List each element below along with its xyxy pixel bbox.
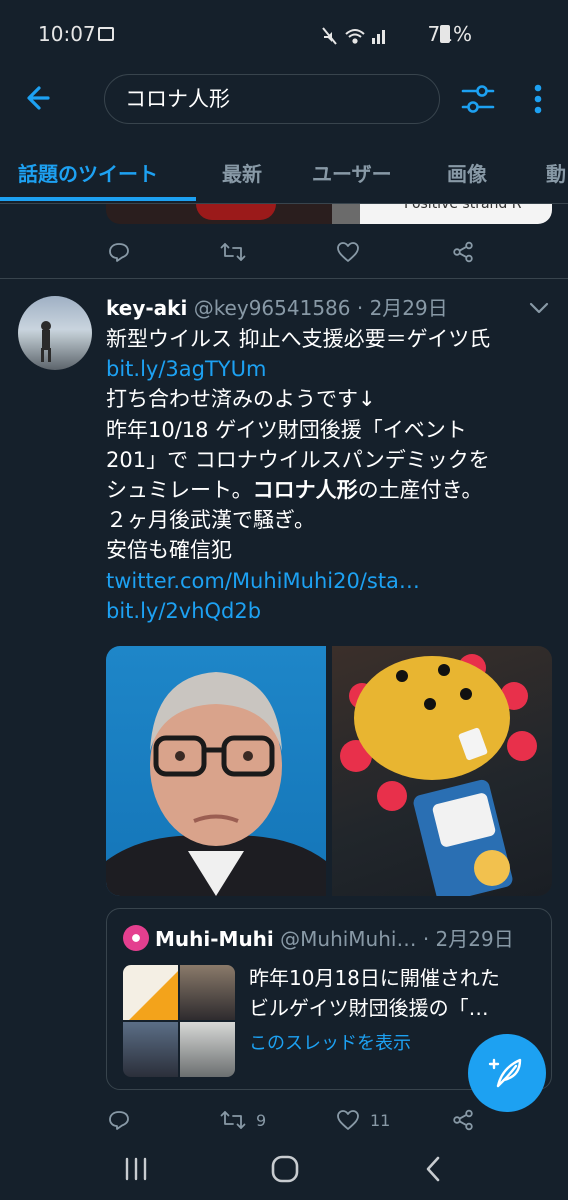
media-thumbnail-text: Positive strand R: [360, 204, 552, 224]
tweet-text-line: 打ち合わせ済みのようです↓: [106, 387, 376, 412]
tweet-divider: [0, 278, 568, 279]
search-tabs: 話題のツイート 最新 ユーザー 画像 動: [0, 140, 568, 204]
quoted-avatar: [123, 925, 149, 951]
plush-photo: [340, 654, 537, 896]
retweet-button[interactable]: [220, 234, 246, 270]
portrait-photo: [106, 672, 326, 896]
quoted-tweet-text: 昨年10月18日に開催された ビルゲイツ財団後援の「…: [249, 963, 545, 1023]
share-icon: [453, 1109, 473, 1131]
quoted-text-line: ビルゲイツ財団後援の「…: [249, 996, 489, 1020]
quoted-tweet-header: Muhi-Muhi @MuhiMuhi… · 2月29日: [155, 923, 514, 952]
tweet-text: 新型ウイルス 抑止へ支援必要＝ゲイツ氏 bit.ly/3agTYUm 打ち合わせ…: [106, 324, 546, 626]
wifi-icon: [345, 29, 365, 44]
avatar-photo: [41, 321, 51, 362]
meta-separator: ·: [350, 296, 370, 320]
tweet-header: key-aki @key96541586 · 2月29日: [106, 292, 566, 322]
clock: 10:07: [38, 22, 96, 46]
reply-icon: [109, 1111, 129, 1130]
reply-icon: [109, 243, 129, 262]
media-thumbnail: [332, 204, 360, 224]
active-tab-indicator: [0, 197, 196, 201]
quoted-text-line: 昨年10月18日に開催された: [249, 966, 500, 990]
retweet-count: 9: [256, 1110, 267, 1130]
quoted-tweet-date: 2月29日: [435, 927, 514, 951]
author-name[interactable]: key-aki: [106, 296, 187, 320]
like-count: 11: [370, 1110, 391, 1130]
tab-videos[interactable]: 動: [546, 158, 566, 187]
tweet-text-line: 安倍も確信犯: [106, 538, 232, 563]
quoted-author-name: Muhi-Muhi: [155, 927, 274, 951]
like-button[interactable]: 11: [336, 1102, 390, 1138]
quoted-media-thumbnails: [123, 965, 235, 1077]
search-input[interactable]: コロナ人形: [104, 74, 440, 124]
avatar[interactable]: [18, 296, 92, 370]
like-button[interactable]: [336, 234, 360, 270]
tweet-text-line: シュミレート。コロナ人形の土産付き。: [106, 475, 546, 505]
search-term-highlight: コロナ人形: [252, 478, 358, 503]
system-navigation-bar: [0, 1136, 568, 1200]
show-thread-link[interactable]: このスレッドを表示: [249, 1029, 411, 1055]
signal-icon: [372, 30, 385, 44]
tweet-date[interactable]: 2月29日: [370, 296, 448, 320]
tweet-text-segment: シュミレート。: [106, 478, 253, 503]
tweet-text-segment: の土産付き。: [357, 478, 483, 503]
share-icon: [453, 241, 473, 263]
system-back-icon[interactable]: [422, 1154, 444, 1184]
author-handle[interactable]: @key96541586: [194, 296, 351, 320]
tab-people[interactable]: ユーザー: [312, 158, 392, 187]
search-filter-icon[interactable]: [460, 82, 496, 116]
mute-icon: [322, 27, 337, 45]
media-photo-person[interactable]: [106, 646, 326, 896]
compose-tweet-button[interactable]: [468, 1034, 546, 1112]
tweet-link[interactable]: bit.ly/3agTYUm: [106, 354, 546, 384]
previous-tweet-actions: [0, 234, 568, 270]
tweet-link[interactable]: bit.ly/2vhQd2b: [106, 596, 546, 626]
heart-icon: [337, 242, 359, 262]
media-photo-plush[interactable]: [332, 646, 552, 896]
tab-top[interactable]: 話題のツイート: [18, 158, 158, 187]
tab-latest[interactable]: 最新: [222, 158, 262, 187]
search-header: コロナ人形: [0, 66, 568, 132]
tweet-text-line: 201」で コロナウイルスパンデミックを: [106, 447, 490, 472]
overflow-menu-icon[interactable]: [526, 80, 550, 118]
tweet-text-line: ２ヶ月後武漢で騒ぎ。: [106, 508, 315, 533]
meta-separator: ·: [416, 927, 436, 951]
heart-icon: [337, 1110, 359, 1130]
connectivity-icons: [322, 27, 385, 45]
tweet-link[interactable]: twitter.com/MuhiMuhi20/sta…: [106, 566, 546, 596]
gallery-icon: [98, 27, 114, 41]
previous-tweet-media[interactable]: Positive strand R: [106, 204, 552, 224]
reply-button[interactable]: [108, 234, 130, 270]
media-thumbnail: [106, 204, 332, 224]
tab-photos[interactable]: 画像: [447, 158, 487, 187]
home-icon[interactable]: [270, 1154, 300, 1184]
chevron-down-icon[interactable]: [528, 300, 550, 316]
recent-apps-icon[interactable]: [122, 1156, 150, 1182]
status-bar: 10:07 71%: [0, 0, 568, 66]
compose-feather-icon: [488, 1058, 522, 1088]
tweet-text-line: 昨年10/18 ゲイツ財団後援「イベント: [106, 417, 467, 442]
tweet-text-line: 新型ウイルス 抑止へ支援必要＝ゲイツ氏: [106, 327, 491, 351]
quoted-author-handle: @MuhiMuhi…: [280, 927, 417, 951]
back-arrow-icon[interactable]: [20, 80, 60, 116]
battery-icon: [440, 25, 450, 43]
retweet-icon: [220, 243, 246, 261]
reply-button[interactable]: [108, 1102, 130, 1138]
retweet-icon: [220, 1111, 246, 1129]
retweet-button[interactable]: 9: [220, 1102, 266, 1138]
tweet-media[interactable]: [106, 646, 552, 896]
share-button[interactable]: [452, 234, 474, 270]
